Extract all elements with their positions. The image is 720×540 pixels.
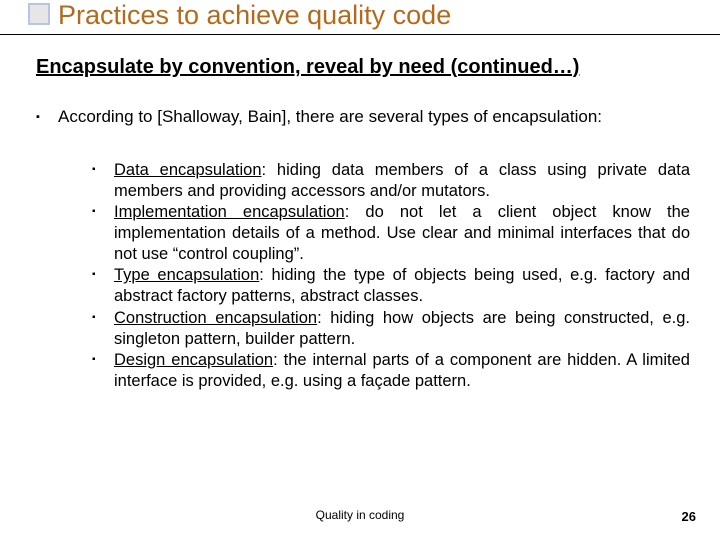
slide-subtitle: Encapsulate by convention, reveal by nee… — [36, 56, 579, 79]
term: Type encapsulation — [114, 266, 259, 284]
bullet-icon: ▪ — [92, 308, 114, 350]
list-text: Design encapsulation: the internal parts… — [114, 350, 690, 392]
term: Design encapsulation — [114, 351, 273, 369]
list-item: ▪ Data encapsulation: hiding data member… — [92, 160, 690, 202]
term: Construction encapsulation — [114, 309, 317, 327]
bullet-icon: ▪ — [92, 160, 114, 202]
list-text: Type encapsulation: hiding the type of o… — [114, 265, 690, 307]
title-row: Practices to achieve quality code — [28, 0, 700, 31]
intro-text: According to [Shalloway, Bain], there ar… — [58, 106, 690, 128]
list-item: ▪ Implementation encapsulation: do not l… — [92, 202, 690, 265]
list-item: ▪ Design encapsulation: the internal par… — [92, 350, 690, 392]
list-text: Implementation encapsulation: do not let… — [114, 202, 690, 265]
bullet-icon: ▪ — [92, 350, 114, 392]
body: ▪ According to [Shalloway, Bain], there … — [36, 106, 690, 392]
bullet-icon: ▪ — [92, 265, 114, 307]
list-item: ▪ Construction encapsulation: hiding how… — [92, 308, 690, 350]
slide-title: Practices to achieve quality code — [58, 0, 451, 30]
list-text: Construction encapsulation: hiding how o… — [114, 308, 690, 350]
title-underline — [0, 34, 720, 35]
bullet-icon: ▪ — [92, 202, 114, 265]
footer-center: Quality in coding — [0, 508, 720, 522]
intro-item: ▪ According to [Shalloway, Bain], there … — [36, 106, 690, 128]
title-square-icon — [28, 3, 50, 25]
page-number: 26 — [682, 509, 696, 524]
list-text: Data encapsulation: hiding data members … — [114, 160, 690, 202]
slide: Practices to achieve quality code Encaps… — [0, 0, 720, 540]
term: Implementation encapsulation — [114, 203, 345, 221]
list-item: ▪ Type encapsulation: hiding the type of… — [92, 265, 690, 307]
bullet-icon: ▪ — [36, 106, 58, 128]
term: Data encapsulation — [114, 161, 262, 179]
sublist: ▪ Data encapsulation: hiding data member… — [92, 160, 690, 392]
